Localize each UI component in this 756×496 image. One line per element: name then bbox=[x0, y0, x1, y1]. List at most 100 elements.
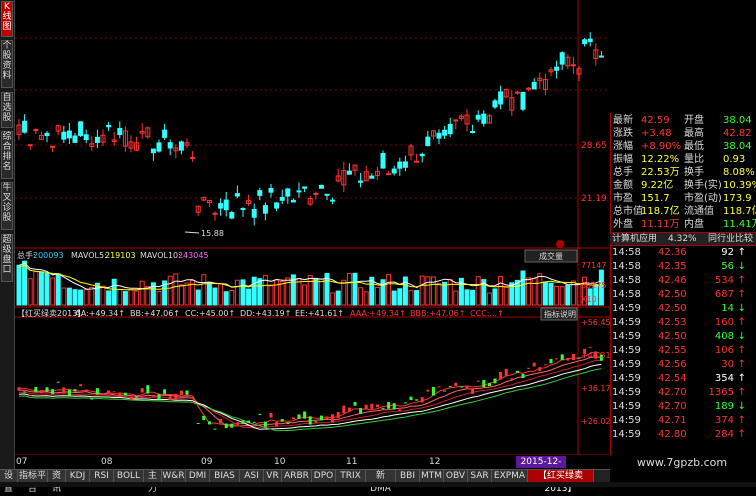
volume-bar bbox=[335, 290, 341, 306]
volume-bar bbox=[436, 283, 442, 306]
candle-body bbox=[436, 132, 442, 139]
volume-bar bbox=[380, 279, 386, 306]
volume-bar bbox=[167, 275, 173, 306]
indicator-candle bbox=[342, 405, 346, 414]
volume-bar bbox=[531, 278, 537, 306]
compare-tab[interactable]: 同行业比较 bbox=[708, 233, 753, 245]
watchlist-button[interactable]: 自选股 bbox=[1, 92, 13, 128]
candle-body bbox=[419, 153, 425, 157]
trade-price: 42.50 bbox=[658, 289, 687, 300]
candle-body bbox=[447, 123, 453, 135]
volume-bar bbox=[475, 276, 481, 306]
indicator-candle bbox=[146, 385, 150, 394]
trade-volume: 92 bbox=[721, 247, 734, 258]
level2-button[interactable]: 超级盘口 bbox=[1, 234, 13, 282]
indicator-candle bbox=[275, 421, 279, 427]
candle-body bbox=[324, 193, 330, 196]
quote-value: 151.7 bbox=[641, 193, 670, 204]
volume-bar bbox=[128, 289, 134, 306]
quote-label: 开盘 bbox=[684, 115, 704, 126]
volume-bar bbox=[111, 278, 117, 306]
quote-value: 173.9 bbox=[723, 193, 752, 204]
volume-bar bbox=[33, 271, 39, 306]
indicator-candle bbox=[291, 417, 295, 420]
indicator-value: BB:+47.06↑ bbox=[130, 309, 180, 318]
sector-name[interactable]: 计算机应用 bbox=[612, 233, 657, 245]
indicator-candle bbox=[314, 421, 318, 423]
indicator-candle bbox=[213, 428, 217, 430]
indicator-candle bbox=[101, 396, 105, 398]
candle-body bbox=[386, 173, 392, 176]
arrow-up-icon: ↑ bbox=[737, 359, 746, 370]
x-axis-label: 12 bbox=[429, 457, 441, 467]
mavol10-label: MAVOL10: bbox=[140, 251, 181, 260]
candle-body bbox=[150, 148, 156, 154]
ranking-button[interactable]: 综合排名 bbox=[1, 131, 13, 179]
volume-bar bbox=[307, 275, 313, 306]
indicator-candle bbox=[280, 419, 284, 422]
quote-label: 换手 bbox=[684, 167, 704, 178]
trade-row: 14:59 42.50 408 ↓ bbox=[610, 330, 756, 343]
volume-ma-lines bbox=[18, 262, 602, 291]
candle-body bbox=[156, 142, 162, 152]
indicator-candle bbox=[398, 409, 402, 411]
trade-price: 42.56 bbox=[658, 359, 687, 370]
diagnosis-button[interactable]: 牛叉诊股 bbox=[1, 182, 13, 230]
indicator-candle bbox=[202, 415, 206, 421]
settings-icon[interactable] bbox=[556, 240, 564, 248]
arrow-down-icon: ↓ bbox=[737, 331, 746, 342]
kline-button[interactable]: K线图 bbox=[1, 1, 13, 37]
candle-body bbox=[330, 199, 336, 202]
stock-profile-button[interactable]: 个股资料 bbox=[1, 40, 13, 88]
candle-body bbox=[94, 136, 100, 143]
candle-body bbox=[257, 190, 263, 196]
trade-time: 14:58 bbox=[612, 261, 641, 272]
chart-area[interactable]: 28.65 21.19 15.88 总手: 200093 MAVOL5: 219… bbox=[15, 0, 611, 456]
volume-bar bbox=[83, 289, 89, 306]
indicator-candle bbox=[532, 362, 536, 367]
indicator-candle bbox=[504, 368, 508, 376]
arrow-down-icon: ↓ bbox=[737, 303, 746, 314]
quote-label: 金额 bbox=[613, 180, 633, 191]
quote-row: 总手 22.53万 换手 8.08% bbox=[611, 167, 756, 179]
arrow-up-icon: ↑ bbox=[737, 387, 746, 398]
x-axis-label: 10 bbox=[274, 457, 286, 467]
volume-bar bbox=[139, 280, 145, 306]
ind-axis-label: +36.17 bbox=[581, 384, 610, 393]
volume-bar bbox=[274, 279, 280, 306]
volume-bar bbox=[492, 288, 498, 306]
quote-value: 38.04 bbox=[723, 115, 752, 126]
quote-label: 最低 bbox=[684, 141, 704, 152]
kline-chart[interactable]: 28.65 21.19 15.88 总手: 200093 MAVOL5: 219… bbox=[15, 0, 611, 456]
indicator-candle bbox=[499, 372, 503, 380]
candle-body bbox=[346, 170, 352, 175]
indicator-candle bbox=[493, 378, 497, 384]
trade-time: 14:58 bbox=[612, 289, 641, 300]
volume-bar bbox=[44, 272, 50, 306]
volume-bar bbox=[268, 285, 274, 306]
volume-bar bbox=[50, 277, 56, 306]
volume-bars bbox=[16, 260, 604, 306]
indicator-candle bbox=[45, 387, 49, 392]
quote-label: 内盘 bbox=[684, 219, 704, 230]
candle-body bbox=[587, 38, 593, 43]
quote-label: 最高 bbox=[684, 128, 704, 139]
volume-bar bbox=[520, 270, 526, 306]
indicator-candle bbox=[420, 397, 424, 403]
indicator-candle bbox=[437, 386, 441, 388]
quote-label: 量比 bbox=[684, 154, 704, 165]
trade-time: 14:59 bbox=[612, 331, 641, 342]
indicator-candle bbox=[555, 358, 559, 360]
candle-body bbox=[106, 124, 112, 128]
indicator-candle bbox=[403, 402, 407, 404]
volume-bar bbox=[117, 288, 123, 306]
trade-row: 14:59 42.55 106 ↑ bbox=[610, 344, 756, 357]
candle-body bbox=[279, 196, 285, 201]
trade-time: 14:58 bbox=[612, 247, 641, 258]
arrow-up-icon: ↑ bbox=[737, 373, 746, 384]
low-marker: 15.88 bbox=[201, 229, 224, 238]
watermark: www.7gpzb.com bbox=[636, 456, 728, 469]
indicator-candle bbox=[549, 359, 553, 364]
indicator-candle bbox=[258, 413, 262, 415]
arrow-down-icon: ↓ bbox=[737, 261, 746, 272]
